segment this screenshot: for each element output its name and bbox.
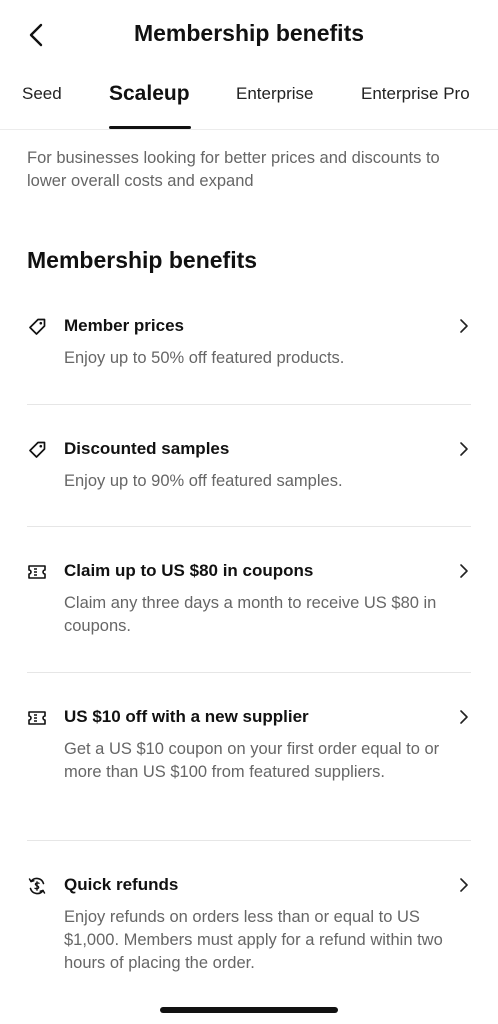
coupon-icon: [28, 565, 46, 579]
section-title: Membership benefits: [27, 247, 258, 273]
coupon-icon: [28, 711, 46, 725]
benefit-claim-coupons[interactable]: Claim up to US $80 in coupons Claim any …: [27, 561, 471, 661]
benefit-member-prices[interactable]: Member prices Enjoy up to 50% off featur…: [27, 316, 471, 396]
benefit-title: Member prices: [64, 316, 184, 335]
benefit-new-supplier[interactable]: US $10 off with a new supplier Get a US …: [27, 707, 471, 827]
divider: [27, 526, 471, 527]
chevron-right-icon: [460, 878, 468, 892]
benefit-description: Enjoy up to 90% off featured samples.: [64, 472, 343, 490]
active-tab-indicator: [109, 126, 191, 129]
benefit-description: Get a US $10 coupon on your first order …: [64, 740, 440, 781]
home-indicator[interactable]: [160, 1007, 338, 1013]
divider: [27, 404, 471, 405]
benefit-description: Enjoy refunds on orders less than or equ…: [64, 908, 443, 972]
tag-icon: [29, 318, 46, 335]
divider: [27, 840, 471, 841]
benefit-description: Enjoy up to 50% off featured products.: [64, 349, 345, 367]
benefit-quick-refunds[interactable]: Quick refunds Enjoy refunds on orders le…: [27, 875, 471, 995]
chevron-right-icon: [460, 442, 468, 456]
tier-description: For businesses looking for better prices…: [27, 149, 440, 190]
chevron-right-icon: [460, 564, 468, 578]
benefit-discounted-samples[interactable]: Discounted samples Enjoy up to 90% off f…: [27, 439, 471, 519]
benefit-title: Quick refunds: [64, 875, 179, 894]
benefit-title: Discounted samples: [64, 439, 230, 458]
tab-enterprise[interactable]: Enterprise: [236, 84, 313, 104]
refund-icon: [28, 877, 46, 895]
tab-enterprise-pro[interactable]: Enterprise Pro: [361, 84, 470, 104]
membership-tier-tabs: Seed Scaleup Enterprise Enterprise Pro: [0, 70, 498, 130]
header-bar: Membership benefits: [0, 0, 498, 70]
tag-icon: [29, 441, 46, 458]
divider: [27, 672, 471, 673]
benefit-title: US $10 off with a new supplier: [64, 707, 309, 726]
benefit-description: Claim any three days a month to receive …: [64, 594, 437, 635]
tab-scaleup[interactable]: Scaleup: [109, 82, 190, 106]
page-title: Membership benefits: [133, 20, 365, 46]
chevron-right-icon: [460, 710, 468, 724]
chevron-right-icon: [460, 319, 468, 333]
benefit-title: Claim up to US $80 in coupons: [64, 561, 314, 580]
tab-seed[interactable]: Seed: [22, 84, 62, 104]
